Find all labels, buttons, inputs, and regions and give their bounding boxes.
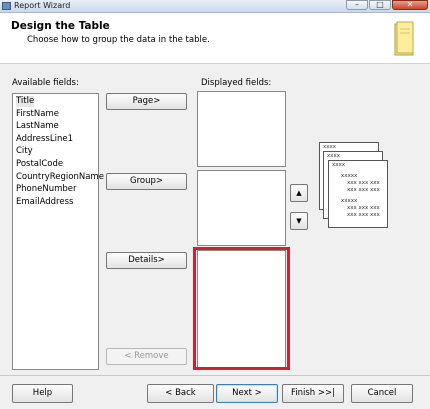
available-fields-list[interactable]: Title FirstName LastName AddressLine1 City Po… — [12, 93, 104, 370]
page-fields-list[interactable] — [197, 91, 286, 167]
finish-button[interactable]: Finish >>| — [282, 384, 344, 403]
available-field-item[interactable]: Title — [16, 96, 35, 107]
close-button[interactable]: ✕ — [392, 0, 428, 10]
available-field-item[interactable]: LastName — [16, 121, 59, 132]
available-fields-label: Available fields: — [12, 78, 79, 88]
preview-card-middle-text: xxxx — [327, 153, 341, 159]
preview-card-front-text: xxxx — [332, 162, 346, 168]
page-subtitle: Choose how to group the data in the tabl… — [27, 35, 210, 45]
available-field-item[interactable]: PhoneNumber — [16, 184, 76, 195]
wizard-header: Design the Table Choose how to group the… — [0, 13, 430, 64]
move-down-button[interactable]: ▼ — [290, 212, 308, 230]
maximize-button[interactable]: □ — [369, 0, 391, 10]
available-field-item[interactable]: PostalCode — [16, 159, 63, 170]
footer-divider — [0, 375, 430, 376]
window-title: Report Wizard — [14, 1, 71, 10]
preview-row: xxx xxx xxx — [347, 180, 380, 186]
help-button[interactable]: Help — [12, 384, 73, 403]
details-highlight-frame — [193, 247, 290, 370]
move-up-button[interactable]: ▲ — [290, 184, 308, 202]
preview-row: xxx xxx xxx — [347, 212, 380, 218]
preview-row: xxx xxx xxx — [347, 187, 380, 193]
preview-row: xxxxx — [341, 173, 358, 179]
preview-card-back-text: xxxx — [323, 144, 337, 150]
preview-row: xxx xxx xxx — [347, 205, 380, 211]
page-button[interactable]: Page> — [106, 93, 187, 110]
preview-row: xxxxx — [341, 198, 358, 204]
title-bar: Report Wizard – □ ✕ — [0, 0, 430, 13]
available-field-item[interactable]: FirstName — [16, 109, 59, 120]
back-button[interactable]: < Back — [147, 384, 214, 403]
remove-button[interactable]: < Remove — [106, 348, 187, 365]
group-button[interactable]: Group> — [106, 173, 187, 190]
cancel-button[interactable]: Cancel — [351, 384, 413, 403]
preview-card-front: xxxx xxxxx xxx xxx xxx xxx xxx xxx xxxxx… — [328, 160, 388, 228]
page-title: Design the Table — [11, 20, 110, 32]
folder-icon — [394, 21, 414, 56]
app-icon — [2, 2, 11, 10]
details-button[interactable]: Details> — [106, 252, 187, 269]
group-fields-list[interactable] — [197, 170, 286, 246]
next-button[interactable]: Next > — [216, 384, 278, 403]
available-field-item[interactable]: CountryRegionName — [16, 172, 104, 183]
available-field-item[interactable]: City — [16, 146, 33, 157]
displayed-fields-label: Displayed fields: — [201, 78, 272, 88]
available-field-item[interactable]: AddressLine1 — [16, 134, 73, 145]
available-field-item[interactable]: EmailAddress — [16, 197, 73, 208]
minimize-button[interactable]: – — [346, 0, 368, 10]
